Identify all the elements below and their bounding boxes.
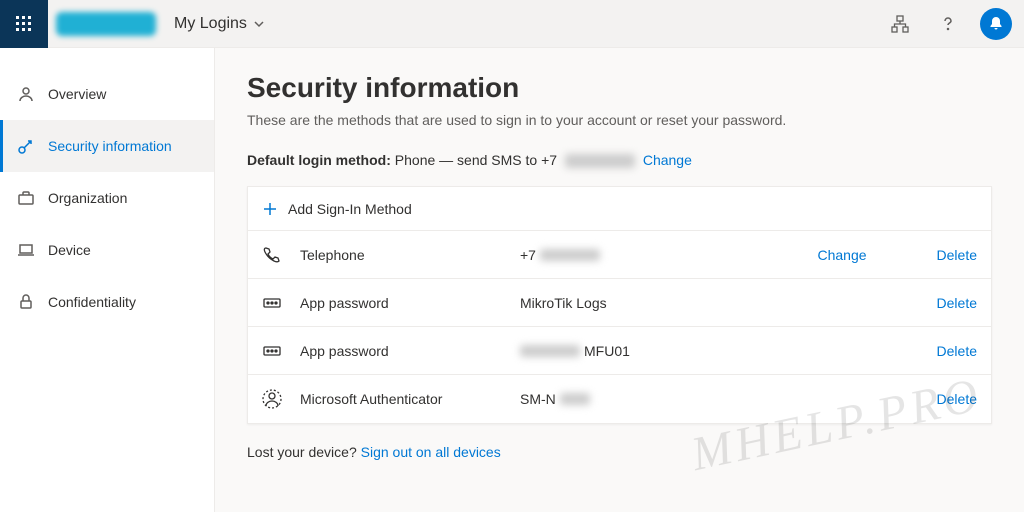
method-value: MFU01 — [520, 343, 867, 359]
methods-card: Add Sign-In Method Telephone +7 Change D… — [247, 186, 992, 424]
method-delete-link[interactable]: Delete — [937, 343, 977, 359]
sidebar-item-device[interactable]: Device — [0, 224, 214, 276]
lost-device-line: Lost your device? Sign out on all device… — [247, 444, 992, 460]
key-icon — [16, 137, 36, 155]
page-subtitle: These are the methods that are used to s… — [247, 112, 992, 128]
add-method-button[interactable]: Add Sign-In Method — [248, 187, 991, 231]
sidebar-item-label: Security information — [48, 138, 172, 154]
header-title-label: My Logins — [174, 15, 247, 33]
app-header: My Logins — [0, 0, 1024, 48]
redacted-value — [560, 393, 590, 405]
method-value: MikroTik Logs — [520, 295, 867, 311]
redacted-value — [520, 345, 580, 357]
sidebar-item-label: Organization — [48, 190, 127, 206]
lost-device-text: Lost your device? — [247, 444, 357, 460]
sitemap-button[interactable] — [884, 8, 916, 40]
signout-all-link[interactable]: Sign out on all devices — [361, 444, 501, 460]
sidebar-item-label: Overview — [48, 86, 106, 102]
method-row: App password MikroTik Logs Delete — [248, 279, 991, 327]
sidebar-item-confidentiality[interactable]: Confidentiality — [0, 276, 214, 328]
default-method-label: Default login method: — [247, 152, 391, 168]
method-delete-link[interactable]: Delete — [937, 391, 977, 407]
sidebar-item-label: Confidentiality — [48, 294, 136, 310]
chevron-down-icon — [253, 18, 265, 30]
sidebar-item-security[interactable]: Security information — [0, 120, 214, 172]
page-title: Security information — [247, 72, 992, 104]
method-row: Microsoft Authenticator SM-N Delete — [248, 375, 991, 423]
redacted-value — [540, 249, 600, 261]
briefcase-icon — [16, 189, 36, 207]
method-delete-link[interactable]: Delete — [937, 295, 977, 311]
sidebar-item-overview[interactable]: Overview — [0, 68, 214, 120]
add-method-label: Add Sign-In Method — [288, 201, 412, 217]
redacted-phone — [565, 154, 635, 168]
bell-icon — [988, 16, 1004, 32]
default-method-line: Default login method: Phone — send SMS t… — [247, 152, 992, 168]
app-launcher-button[interactable] — [0, 0, 48, 48]
method-change-link[interactable]: Change — [817, 247, 866, 263]
method-name: App password — [300, 295, 520, 311]
method-value: SM-N — [520, 391, 867, 407]
sitemap-icon — [891, 15, 909, 33]
question-icon — [939, 15, 957, 33]
method-name: Telephone — [300, 247, 520, 263]
method-row: App password MFU01 Delete — [248, 327, 991, 375]
password-icon — [262, 293, 300, 313]
sidebar-item-label: Device — [48, 242, 91, 258]
waffle-icon — [16, 16, 32, 32]
person-icon — [16, 85, 36, 103]
authenticator-icon — [262, 389, 300, 409]
help-button[interactable] — [932, 8, 964, 40]
method-delete-link[interactable]: Delete — [937, 247, 977, 263]
password-icon — [262, 341, 300, 361]
method-name: Microsoft Authenticator — [300, 391, 520, 407]
method-value: +7 — [520, 247, 817, 263]
method-row: Telephone +7 Change Delete — [248, 231, 991, 279]
change-default-link[interactable]: Change — [643, 152, 692, 168]
phone-icon — [262, 245, 300, 265]
sidebar-item-organization[interactable]: Organization — [0, 172, 214, 224]
method-name: App password — [300, 343, 520, 359]
default-method-value: Phone — send SMS to +7 — [395, 152, 557, 168]
header-title-dropdown[interactable]: My Logins — [174, 15, 265, 33]
lock-icon — [16, 293, 36, 311]
laptop-icon — [16, 241, 36, 259]
brand-logo-redacted — [56, 12, 156, 36]
main-content: Security information These are the metho… — [215, 48, 1024, 512]
header-actions — [884, 8, 1024, 40]
plus-icon — [262, 201, 278, 217]
sidebar: Overview Security information Organizati… — [0, 48, 215, 512]
notifications-button[interactable] — [980, 8, 1012, 40]
